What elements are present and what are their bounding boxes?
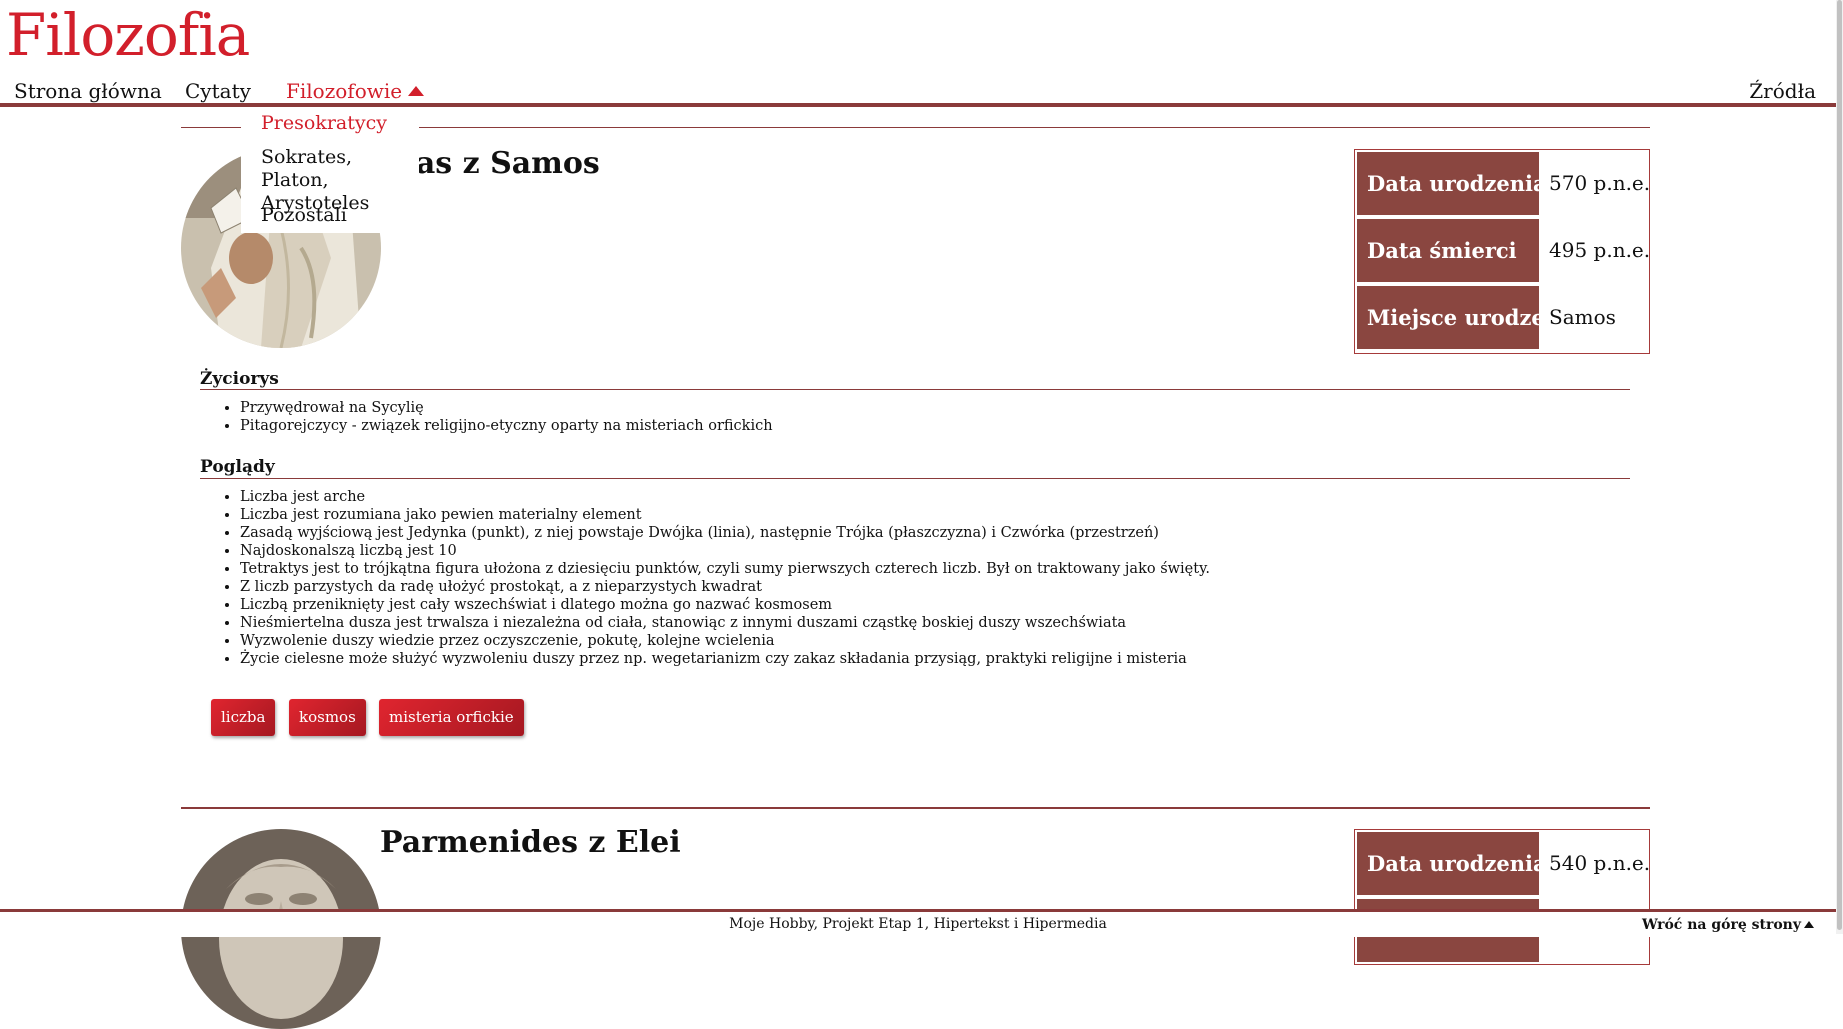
fact-label: Data urodzenia	[1357, 152, 1547, 215]
back-to-top-link[interactable]: Wróć na górę strony	[1642, 917, 1814, 933]
list-item: Liczbą przeniknięty jest cały wszechświa…	[240, 596, 1210, 614]
fact-label: Data śmierci	[1357, 219, 1539, 282]
list-item: Zasadą wyjściową jest Jedynka (punkt), z…	[240, 524, 1210, 542]
list-item: Z liczb parzystych da radę ułożyć prosto…	[240, 578, 1210, 596]
fact-label: Miejsce urodzenia	[1357, 286, 1582, 349]
scrollbar-thumb[interactable]	[1837, 0, 1842, 930]
list-item: Liczba jest rozumiana jako pewien materi…	[240, 506, 1210, 524]
fact-value: 570 p.n.e.	[1549, 171, 1651, 195]
nav-item-sources[interactable]: Źródła	[1749, 78, 1816, 104]
caret-up-icon	[408, 86, 425, 96]
list-item: Nieśmiertelna dusza jest trwalsza i niez…	[240, 614, 1210, 632]
fact-label: Data urodzenia	[1357, 832, 1547, 895]
bio-heading-rule	[200, 389, 1630, 390]
list-item: Życie cielesne może służyć wyzwoleniu du…	[240, 650, 1210, 668]
site-title[interactable]: Filozofia	[6, 0, 250, 70]
nav-item-philosophers-label: Filozofowie	[286, 79, 403, 103]
bio-heading: Życiorys	[200, 369, 279, 389]
tag-button[interactable]: misteria orfickie	[379, 699, 524, 736]
nav-divider	[0, 103, 1836, 107]
fact-row-birth-date: Data urodzenia 570 p.n.e.	[1357, 152, 1651, 217]
main-nav: Strona główna Cytaty Filozofowie Źródła	[0, 78, 1836, 104]
dropdown-item-others[interactable]: Pozostali	[261, 204, 347, 227]
dropdown-item-presocratics[interactable]: Presokratycy	[261, 112, 387, 135]
fact-value: 495 p.n.e.	[1549, 238, 1651, 262]
list-item: Przywędrował na Sycylię	[240, 399, 773, 417]
list-item: Najdoskonalszą liczbą jest 10	[240, 542, 1210, 560]
fact-row-death-date: Data śmierci 495 p.n.e.	[1357, 219, 1651, 284]
views-heading: Poglądy	[200, 457, 275, 477]
views-heading-rule	[200, 478, 1630, 479]
vertical-scrollbar[interactable]	[1836, 0, 1843, 934]
nav-item-philosophers[interactable]: Filozofowie	[286, 78, 425, 104]
section-divider	[181, 807, 1650, 809]
caret-up-icon	[1804, 921, 1814, 928]
tag-button[interactable]: liczba	[211, 699, 276, 736]
fact-value: Samos	[1549, 305, 1616, 329]
list-item: Pitagorejczycy - związek religijno-etycz…	[240, 417, 773, 435]
list-item: Tetraktys jest to trójkątna figura ułożo…	[240, 560, 1210, 578]
philosophers-dropdown-menu: Presokratycy Sokrates, Platon, Arystotel…	[241, 108, 419, 233]
back-to-top-label: Wróć na górę strony	[1642, 917, 1801, 933]
tag-button[interactable]: kosmos	[289, 699, 366, 736]
bio-list: Przywędrował na Sycylię Pitagorejczycy -…	[200, 399, 773, 435]
nav-item-quotes[interactable]: Cytaty	[185, 78, 251, 104]
list-item: Wyzwolenie duszy wiedzie przez oczyszcze…	[240, 632, 1210, 650]
views-list: Liczba jest arche Liczba jest rozumiana …	[200, 488, 1210, 668]
fact-row-birth-place: Miejsce urodzenia Samos	[1357, 286, 1647, 351]
philosopher-name: Parmenides z Elei	[380, 825, 681, 860]
footer-text: Moje Hobby, Projekt Etap 1, Hipertekst i…	[729, 916, 1107, 932]
page-footer: Moje Hobby, Projekt Etap 1, Hipertekst i…	[0, 909, 1836, 937]
list-item: Liczba jest arche	[240, 488, 1210, 506]
fact-row-birth-date: Data urodzenia 540 p.n.e.	[1357, 832, 1651, 897]
philosopher-facts-table: Data urodzenia 540 p.n.e.	[1354, 829, 1650, 965]
philosopher-facts-table: Data urodzenia 570 p.n.e. Data śmierci 4…	[1354, 149, 1650, 354]
nav-item-home[interactable]: Strona główna	[14, 78, 162, 104]
fact-value: 540 p.n.e.	[1549, 851, 1651, 875]
